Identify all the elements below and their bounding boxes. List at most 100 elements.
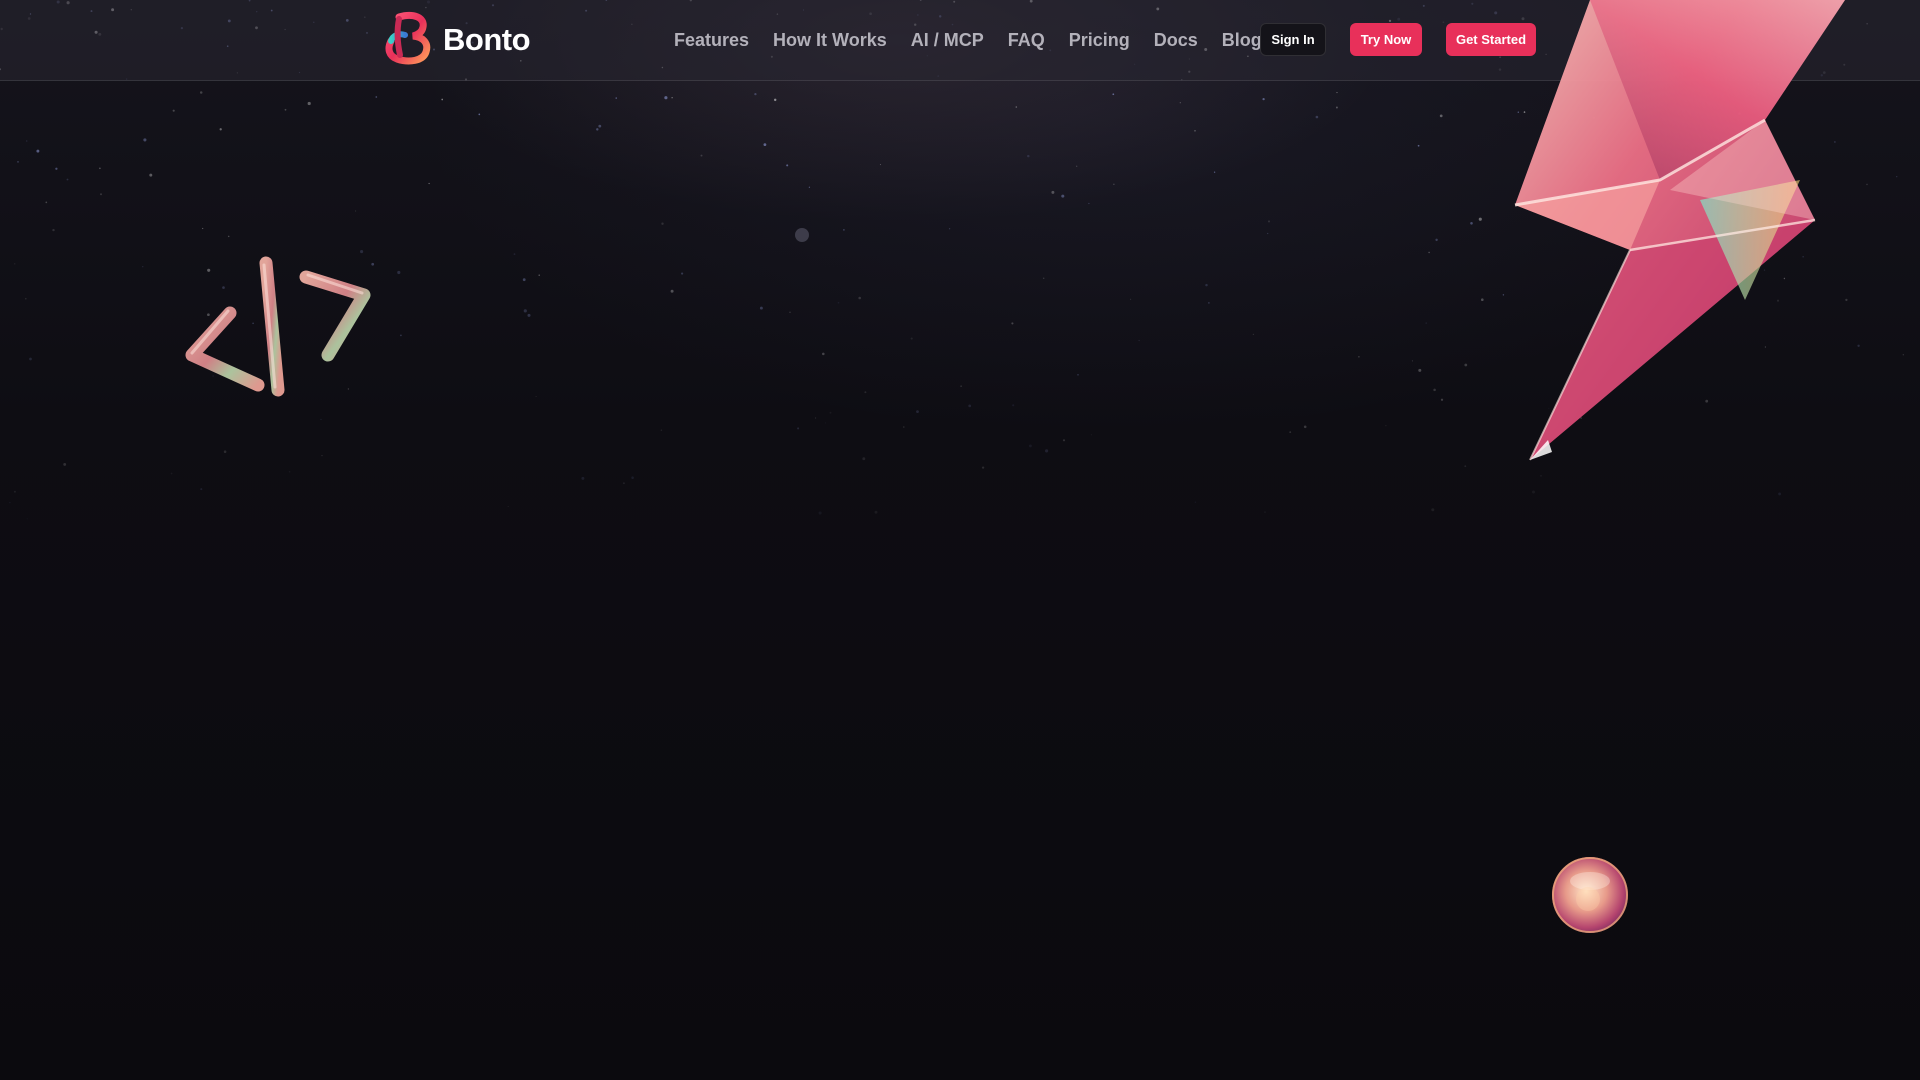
star [1205,283,1208,287]
star [36,149,40,153]
star [916,410,919,413]
star [1042,277,1045,279]
star [26,518,28,520]
star [1358,356,1360,358]
try-now-button[interactable]: Try Now [1350,23,1422,56]
star-glow [795,228,809,242]
nav-link-how-it-works[interactable]: How It Works [773,30,887,51]
star [879,164,881,166]
star [808,186,811,188]
star [441,98,444,101]
star [661,222,664,225]
star [219,128,222,131]
star [1834,141,1836,143]
crystal-orb-3d-icon [1550,855,1630,935]
star [1088,202,1090,205]
star [1783,277,1786,280]
star [1418,368,1422,372]
star [763,143,767,147]
star [960,385,962,387]
star [1738,112,1741,115]
star [513,253,516,256]
star [1705,399,1709,403]
landing-page: Bonto Features How It Works AI / MCP FAQ… [0,0,1920,1080]
star [818,511,822,515]
nav-link-features[interactable]: Features [674,30,749,51]
nav-link-blog[interactable]: Blog [1222,30,1262,51]
star [874,510,878,514]
star [143,138,147,142]
star [1264,511,1266,513]
star [1012,404,1015,407]
star [26,140,28,142]
star [700,154,703,157]
star [1433,388,1436,392]
star [1428,251,1430,254]
star [789,311,791,314]
nav-link-faq[interactable]: FAQ [1008,30,1045,51]
star [1902,354,1904,356]
star [212,375,214,377]
star [1252,333,1255,336]
nav-link-docs[interactable]: Docs [1154,30,1198,51]
get-started-button[interactable]: Get Started [1446,23,1536,56]
star [1778,492,1782,496]
star [170,472,173,475]
star [1213,171,1216,173]
star [754,92,757,96]
star [864,391,867,394]
sign-in-button[interactable]: Sign In [1260,23,1326,56]
star [1464,465,1467,468]
star [829,411,832,414]
star [822,352,825,356]
star [1267,232,1269,235]
star [862,457,866,461]
star [968,404,972,408]
star [1262,97,1265,101]
star [596,128,599,131]
brand-name: Bonto [443,22,531,57]
star [1435,238,1438,242]
star [1028,444,1032,448]
star [615,97,617,99]
star [1194,130,1196,132]
star [670,289,674,293]
star [1661,149,1663,151]
brand-logo-link[interactable]: Bonto [383,11,531,67]
star [1763,269,1766,271]
star [149,173,153,177]
star [1431,508,1435,512]
star [200,488,203,491]
star [1289,431,1292,433]
star [522,278,526,282]
star [202,227,204,230]
nav-link-pricing[interactable]: Pricing [1069,30,1130,51]
star [1051,190,1055,194]
star [1090,434,1092,436]
star [824,422,827,424]
star [52,228,55,232]
star [1757,83,1760,85]
site-header: Bonto Features How It Works AI / MCP FAQ… [0,0,1920,81]
code-brackets-3d-icon [178,255,378,405]
star [1062,439,1066,442]
nav-link-ai-mcp[interactable]: AI / MCP [911,30,984,51]
star [360,250,364,254]
star [17,161,19,163]
star [428,182,430,185]
star [1566,160,1569,163]
star [1027,154,1030,158]
star [397,270,401,275]
star [797,427,800,430]
star [1523,111,1526,113]
star [9,501,11,504]
star [1208,302,1210,304]
star [223,450,227,453]
star [375,96,378,98]
star [598,124,602,128]
star [1011,322,1014,325]
star [172,109,175,112]
star [355,210,357,212]
star [1783,88,1786,91]
star [1439,114,1443,118]
